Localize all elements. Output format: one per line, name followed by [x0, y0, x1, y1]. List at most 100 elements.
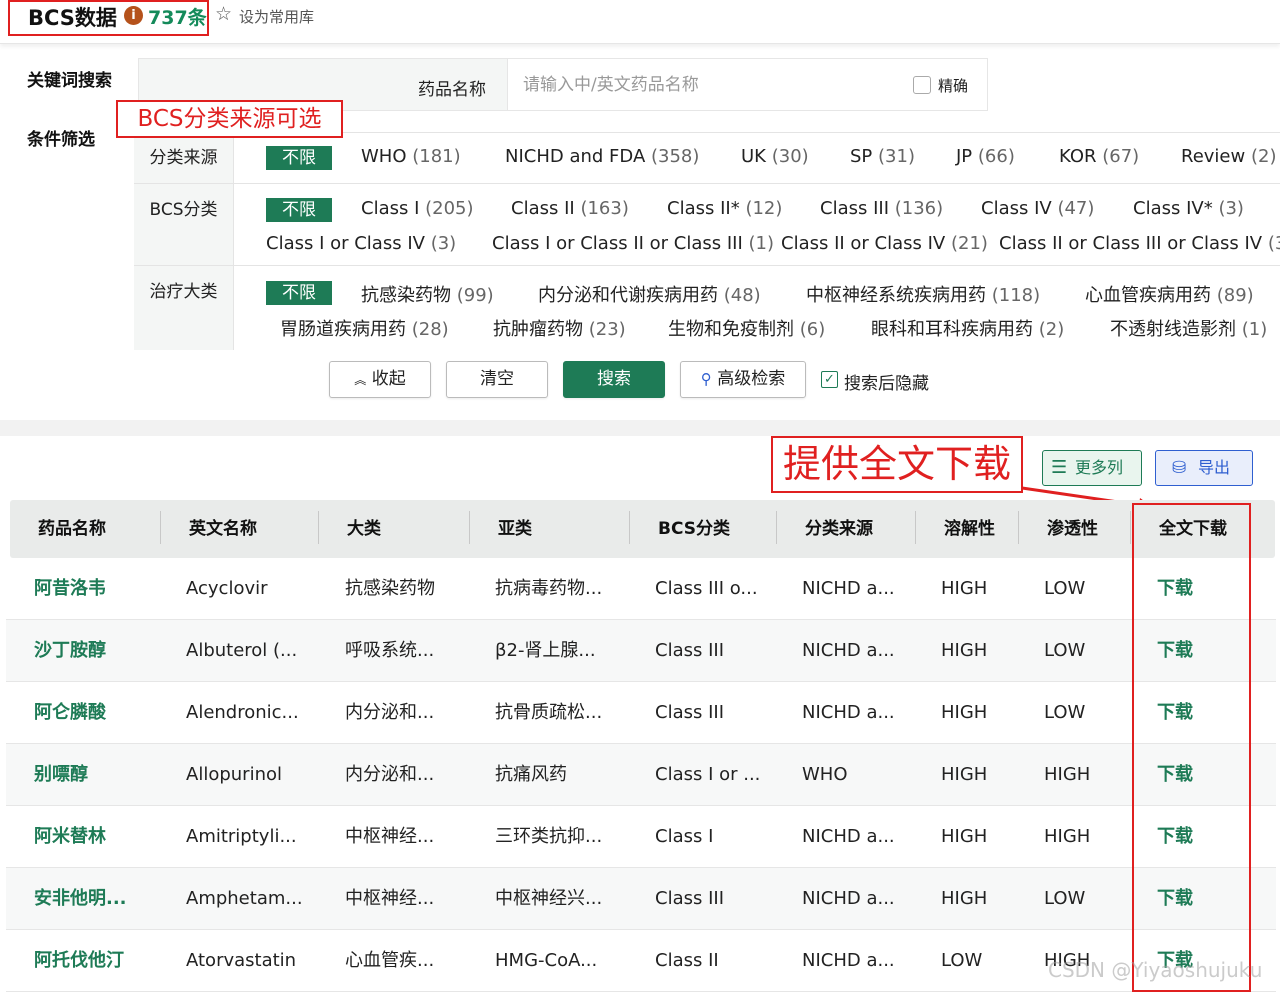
source-cell: NICHD a...: [802, 826, 895, 847]
column-header[interactable]: 英文名称: [189, 500, 257, 558]
category-cell: 内分泌和...: [345, 702, 435, 723]
permeability-cell: HIGH: [1044, 826, 1091, 847]
watermark: CSDN @Yiyaoshujuku: [1048, 958, 1263, 982]
bcs-option[interactable]: Class III (136): [820, 198, 943, 219]
solubility-cell: LOW: [941, 950, 983, 971]
column-header[interactable]: 分类来源: [805, 500, 873, 558]
bcs-option[interactable]: Class II* (12): [667, 198, 782, 219]
source-cell: NICHD a...: [802, 888, 895, 909]
bcs-option[interactable]: Class II or Class III or Class IV (3: [999, 233, 1280, 254]
advanced-search-button[interactable]: ⚲ 高级检索: [680, 361, 806, 398]
category-cell: 中枢神经...: [345, 888, 435, 909]
source-cell: NICHD a...: [802, 578, 895, 599]
bcs-class-cell: Class III o...: [655, 578, 758, 599]
bcs-option[interactable]: Class IV* (3): [1133, 198, 1244, 219]
source-option[interactable]: SP (31): [850, 146, 915, 167]
therapy-option[interactable]: 不透射线造影剂 (1): [1110, 315, 1267, 341]
permeability-cell: LOW: [1044, 888, 1086, 909]
export-button[interactable]: ⛁ 导出: [1155, 450, 1253, 486]
bcs-class-cell: Class II: [655, 950, 719, 971]
drug-name-link[interactable]: 沙丁胺醇: [34, 639, 106, 663]
therapy-filter-label: 治疗大类: [134, 266, 234, 350]
column-header[interactable]: 渗透性: [1047, 500, 1098, 558]
source-cell: NICHD a...: [802, 640, 895, 661]
english-name-cell: Amitriptyli...: [186, 826, 297, 847]
drug-name-link[interactable]: 别嘌醇: [34, 763, 88, 787]
set-favorite-link[interactable]: 设为常用库: [239, 6, 314, 27]
column-header[interactable]: 大类: [347, 500, 381, 558]
subcategory-cell: 三环类抗抑...: [495, 826, 603, 847]
exact-checkbox[interactable]: [913, 76, 931, 94]
bcs-class-cell: Class III: [655, 702, 725, 723]
clear-button[interactable]: 清空: [446, 361, 548, 398]
therapy-option[interactable]: 抗感染药物 (99): [361, 281, 494, 307]
therapy-option[interactable]: 胃肠道疾病用药 (28): [280, 315, 449, 341]
column-divider: [1018, 511, 1019, 544]
bcs-option[interactable]: Class I or Class IV (3): [266, 233, 456, 254]
therapy-option[interactable]: 眼科和耳科疾病用药 (2): [871, 315, 1064, 341]
category-cell: 抗感染药物: [345, 578, 435, 599]
drug-name-link[interactable]: 阿米替林: [34, 825, 106, 849]
filter-divider: [134, 265, 1280, 266]
english-name-cell: Albuterol (...: [186, 640, 298, 661]
filter-divider: [134, 183, 1280, 184]
bcs-option[interactable]: Class II or Class IV (21): [781, 233, 988, 254]
category-cell: 内分泌和...: [345, 764, 435, 785]
column-header[interactable]: 亚类: [498, 500, 532, 558]
source-option[interactable]: JP (66): [956, 146, 1015, 167]
more-columns-button[interactable]: ☰ 更多列: [1042, 450, 1142, 486]
source-option[interactable]: Review (2): [1181, 146, 1276, 167]
bcs-unlimited-chip[interactable]: 不限: [266, 198, 332, 222]
hide-after-search-checkbox[interactable]: ✓: [821, 371, 838, 388]
drug-name-link[interactable]: 阿昔洛韦: [34, 577, 106, 601]
search-button[interactable]: 搜索: [563, 361, 665, 398]
therapy-option[interactable]: 生物和免疫制剂 (6): [668, 315, 825, 341]
info-icon[interactable]: i: [124, 6, 143, 25]
source-cell: NICHD a...: [802, 702, 895, 723]
column-header[interactable]: 药品名称: [38, 500, 106, 558]
column-divider: [318, 511, 319, 544]
column-divider: [1130, 511, 1131, 544]
chevron-up-icon: ︽: [354, 373, 367, 387]
bcs-option[interactable]: Class IV (47): [981, 198, 1094, 219]
column-divider: [469, 511, 470, 544]
bcs-option[interactable]: Class I (205): [361, 198, 474, 219]
source-option[interactable]: KOR (67): [1059, 146, 1139, 167]
star-icon[interactable]: ☆: [215, 3, 232, 25]
source-cell: WHO: [802, 764, 848, 785]
download-annotation: 提供全文下载: [771, 436, 1023, 493]
source-unlimited-chip[interactable]: 不限: [266, 146, 332, 170]
solubility-cell: HIGH: [941, 764, 988, 785]
column-divider: [776, 511, 777, 544]
solubility-cell: HIGH: [941, 640, 988, 661]
source-option[interactable]: WHO (181): [361, 146, 461, 167]
bcs-class-cell: Class I or ...: [655, 764, 761, 785]
drug-name-link[interactable]: 安非他明...: [34, 887, 127, 911]
therapy-option[interactable]: 抗肿瘤药物 (23): [493, 315, 626, 341]
therapy-option[interactable]: 内分泌和代谢疾病用药 (48): [538, 281, 761, 307]
column-header[interactable]: BCS分类: [658, 500, 730, 558]
source-filter-label: 分类来源: [134, 133, 234, 183]
therapy-unlimited-chip[interactable]: 不限: [266, 281, 332, 305]
permeability-cell: HIGH: [1044, 764, 1091, 785]
category-cell: 心血管疾...: [345, 950, 435, 971]
solubility-cell: HIGH: [941, 888, 988, 909]
source-option[interactable]: UK (30): [741, 146, 809, 167]
drug-name-link[interactable]: 阿仑膦酸: [34, 701, 106, 725]
therapy-option[interactable]: 心血管疾病用药 (89): [1085, 281, 1254, 307]
column-header[interactable]: 溶解性: [944, 500, 995, 558]
bcs-option[interactable]: Class I or Class II or Class III (1): [492, 233, 774, 254]
english-name-cell: Alendronic...: [186, 702, 299, 723]
bcs-option[interactable]: Class II (163): [511, 198, 629, 219]
advanced-search-icon: ⚲: [700, 370, 712, 388]
drug-name-link[interactable]: 阿托伐他汀: [34, 949, 124, 973]
source-cell: NICHD a...: [802, 950, 895, 971]
category-cell: 呼吸系统...: [345, 640, 435, 661]
collapse-button[interactable]: ︽ 收起: [329, 361, 431, 398]
download-highlight-box: [1132, 503, 1251, 992]
therapy-option[interactable]: 中枢神经系统疾病用药 (118): [806, 281, 1040, 307]
filter-label: 条件筛选: [27, 130, 95, 150]
export-icon: ⛁: [1172, 458, 1187, 478]
source-option[interactable]: NICHD and FDA (358): [505, 146, 699, 167]
english-name-cell: Allopurinol: [186, 764, 282, 785]
